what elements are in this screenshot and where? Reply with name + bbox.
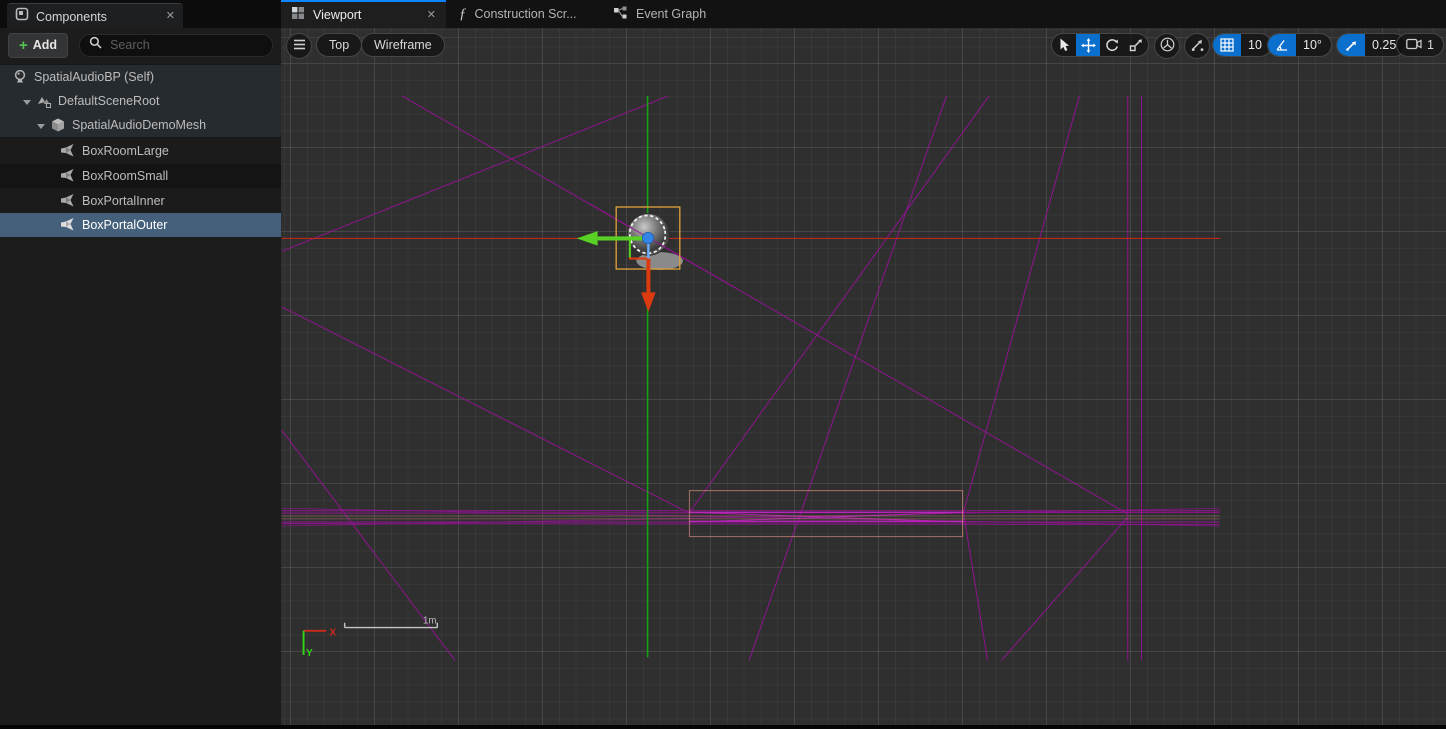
world-coordinate-toggle-button[interactable]	[1154, 33, 1180, 59]
tab-event-graph-label: Event Graph	[636, 7, 706, 21]
event-graph-icon	[613, 6, 628, 23]
component-tree: SpatialAudioBP (Self) DefaultSceneRoot S	[0, 64, 281, 237]
scale-snap-icon[interactable]	[1337, 34, 1365, 56]
tree-row-label: SpatialAudioDemoMesh	[72, 118, 206, 132]
surface-snapping-button[interactable]	[1184, 33, 1210, 59]
window-bottom-edge	[0, 725, 1446, 729]
grid-snap-icon[interactable]	[1213, 34, 1241, 56]
tree-row-label: BoxRoomSmall	[82, 169, 168, 183]
axis-x-label: X	[329, 628, 336, 639]
tree-row-boxportalouter[interactable]: BoxPortalOuter	[0, 213, 281, 237]
surface-snap-icon	[1190, 37, 1205, 55]
viewport-scene: 1m X Y	[281, 28, 1446, 726]
tree-row-label: SpatialAudioBP (Self)	[34, 70, 154, 84]
viewport-icon	[291, 6, 305, 25]
blueprint-self-icon	[12, 69, 28, 85]
hamburger-icon	[293, 39, 306, 53]
tab-viewport[interactable]: Viewport ✕	[281, 0, 446, 28]
scale-tool-button[interactable]	[1124, 34, 1148, 56]
function-icon: ƒ	[459, 6, 467, 23]
add-component-button[interactable]: + Add	[8, 33, 68, 58]
tab-event-graph[interactable]: Event Graph	[607, 0, 712, 28]
move-tool-button[interactable]	[1076, 34, 1100, 56]
axis-y-label: Y	[306, 648, 313, 659]
select-tool-button[interactable]	[1052, 34, 1076, 56]
camera-speed-value[interactable]: 1	[1427, 38, 1434, 52]
scale-bar-label: 1m	[423, 616, 436, 627]
rotate-tool-button[interactable]	[1100, 34, 1124, 56]
components-panel: Components ✕ + Add SpatialAudioBP (Self)	[0, 0, 282, 729]
camera-speed-control[interactable]: 1	[1396, 33, 1444, 57]
rotation-snap-icon[interactable]	[1268, 34, 1296, 56]
audio-box-icon	[60, 217, 76, 233]
tab-components-label: Components	[36, 10, 159, 24]
tree-row-boxroomsmall[interactable]: BoxRoomSmall	[0, 164, 281, 188]
wireframe-line-over-sphere	[590, 204, 737, 289]
wireframe-lines	[282, 96, 1220, 661]
audio-box-icon	[60, 143, 76, 159]
chevron-down-icon[interactable]	[36, 120, 46, 130]
main-tab-strip: Viewport ✕ ƒ Construction Scr... Event G…	[281, 0, 1446, 28]
tab-construction-label: Construction Scr...	[475, 7, 577, 21]
chevron-down-icon[interactable]	[22, 96, 32, 106]
tree-row-label: BoxRoomLarge	[82, 144, 169, 158]
view-mode-button[interactable]: Top	[316, 33, 362, 57]
search-input[interactable]	[108, 37, 263, 53]
tab-construction-script[interactable]: ƒ Construction Scr...	[453, 0, 583, 28]
tree-row-label: DefaultSceneRoot	[58, 94, 159, 108]
tab-components[interactable]: Components ✕	[7, 3, 183, 29]
transform-tool-group	[1051, 33, 1149, 57]
components-panel-icon	[15, 7, 29, 26]
axis-indicator: X Y	[304, 628, 337, 659]
audio-box-icon	[60, 168, 76, 184]
camera-icon	[1406, 38, 1422, 53]
tree-row-spatialaudiobp[interactable]: SpatialAudioBP (Self)	[0, 65, 281, 89]
tree-row-defaultsceneroot[interactable]: DefaultSceneRoot	[0, 89, 281, 113]
render-mode-label: Wireframe	[374, 38, 432, 52]
plus-icon: +	[19, 38, 28, 53]
tree-row-spatialaudiodemomesh[interactable]: SpatialAudioDemoMesh	[0, 113, 281, 137]
close-icon[interactable]: ✕	[427, 10, 436, 21]
world-gizmo-icon	[1160, 37, 1175, 55]
search-icon	[89, 36, 102, 54]
components-toolbar: + Add	[0, 28, 281, 62]
tab-viewport-label: Viewport	[313, 8, 419, 22]
tree-row-label: BoxPortalOuter	[82, 218, 167, 232]
tree-row-label: BoxPortalInner	[82, 194, 165, 208]
render-mode-button[interactable]: Wireframe	[361, 33, 445, 57]
root-component-block: SpatialAudioBP (Self) DefaultSceneRoot S	[0, 64, 281, 138]
gizmo-center-handle[interactable]	[642, 232, 653, 243]
portal-salmon-outline	[282, 491, 1220, 537]
rotation-snap-control[interactable]: 10°	[1267, 33, 1332, 57]
close-icon[interactable]: ✕	[166, 11, 175, 22]
audio-box-icon	[60, 193, 76, 209]
tree-row-boxportalinner[interactable]: BoxPortalInner	[0, 189, 281, 213]
component-search[interactable]	[79, 34, 273, 57]
rotation-snap-value[interactable]: 10°	[1296, 38, 1331, 52]
left-tab-strip: Components ✕	[0, 0, 281, 28]
viewport-options-menu-button[interactable]	[286, 33, 312, 59]
scene-root-icon	[36, 93, 52, 109]
static-mesh-icon	[50, 117, 66, 133]
tree-row-boxroomlarge[interactable]: BoxRoomLarge	[0, 139, 281, 163]
add-button-label: Add	[33, 38, 57, 52]
view-mode-label: Top	[329, 38, 349, 52]
grid-snap-control[interactable]: 10	[1212, 33, 1272, 57]
